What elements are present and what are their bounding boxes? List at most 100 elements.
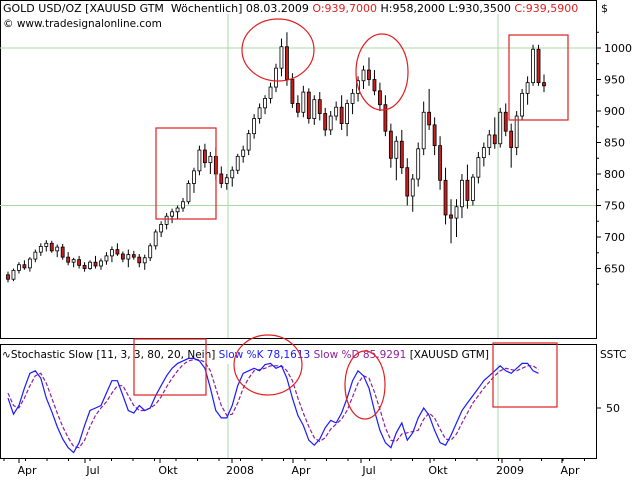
candle-down — [285, 46, 289, 80]
candle-up — [481, 147, 486, 159]
candle-down — [509, 130, 514, 148]
x-tick-label: Apr — [560, 464, 580, 477]
candle-up — [197, 149, 202, 172]
candle-up — [17, 264, 21, 271]
candle-down — [492, 134, 497, 145]
candle-down — [465, 179, 470, 201]
candle-up — [186, 183, 191, 203]
candle-up — [11, 269, 16, 280]
candle-up — [274, 67, 278, 88]
candle-down — [449, 214, 453, 219]
slow-d-line — [7, 359, 539, 449]
candle-up — [241, 149, 246, 157]
price-tick-label: 750 — [604, 200, 625, 213]
candle-down — [503, 111, 508, 132]
x-tick-label: Jul — [361, 464, 375, 477]
candle-down — [6, 274, 10, 280]
candle-down — [383, 104, 388, 132]
price-tick-label: 1000 — [604, 42, 632, 55]
candle-up — [88, 261, 92, 269]
candle-up — [33, 251, 38, 260]
candle-down — [367, 69, 371, 80]
candle-up — [192, 170, 196, 184]
oscillator-panel-frame — [0, 344, 597, 459]
candle-down — [115, 249, 120, 255]
candle-down — [131, 254, 136, 258]
candle-up — [170, 211, 174, 217]
candle-up — [345, 103, 350, 125]
candle-up — [153, 231, 158, 247]
x-tick-label: Jul — [85, 464, 99, 477]
candle-up — [268, 86, 273, 99]
candle-up — [175, 207, 180, 213]
candle-up — [460, 179, 464, 208]
price-tick-label: 650 — [604, 263, 625, 276]
candle-up — [334, 106, 339, 117]
candle-down — [82, 264, 87, 269]
candle-up — [328, 115, 333, 131]
candle-up — [104, 255, 109, 262]
candle-up — [159, 223, 164, 233]
candle-up — [394, 140, 399, 159]
candle-down — [22, 264, 27, 269]
candle-up — [71, 259, 76, 263]
candle-down — [323, 113, 328, 131]
price-tick-label: 800 — [604, 168, 625, 181]
candle-up — [230, 169, 235, 179]
price-panel-frame — [0, 0, 597, 339]
candle-down — [378, 90, 382, 106]
candle-up — [531, 48, 535, 84]
candle-up — [470, 176, 475, 201]
candle-up — [498, 111, 503, 145]
candle-up — [361, 69, 366, 82]
candle-down — [66, 256, 71, 263]
candle-down — [427, 111, 432, 126]
candle-down — [372, 79, 377, 92]
candle-down — [388, 130, 393, 159]
slow-k-line — [7, 357, 539, 454]
candle-up — [416, 148, 421, 180]
candle-down — [295, 103, 300, 113]
candle-down — [542, 82, 546, 87]
candle-up — [514, 115, 519, 148]
candle-up — [487, 134, 492, 148]
candle-up — [148, 245, 153, 259]
candle-up — [235, 155, 240, 171]
candle-up — [142, 257, 147, 264]
candle-up — [454, 206, 459, 219]
x-tick-label: 2009 — [496, 464, 524, 477]
candle-down — [399, 140, 404, 169]
candle-up — [476, 157, 481, 178]
candle-up — [44, 242, 49, 247]
candle-up — [99, 260, 103, 267]
candle-down — [339, 106, 344, 125]
oscillator-tick-label: 50 — [606, 402, 620, 415]
candle-up — [164, 215, 169, 225]
price-chart[interactable]: 650 700 750 800 850 900 950 1000 50 Apr Jul Okt 2008… — [0, 0, 640, 480]
candle-down — [306, 91, 311, 119]
candle-up — [525, 82, 530, 94]
annotation-box — [492, 342, 558, 408]
candle-up — [421, 111, 426, 150]
candle-up — [110, 249, 114, 257]
x-tick-label: Apr — [17, 464, 37, 477]
candle-up — [252, 118, 257, 135]
candle-up — [350, 92, 355, 104]
candle-down — [405, 167, 410, 197]
candle-down — [219, 173, 224, 184]
candle-down — [438, 145, 442, 181]
price-tick-label: 700 — [604, 231, 625, 244]
candle-down — [77, 259, 82, 266]
x-tick-label: Okt — [158, 464, 178, 477]
candle-up — [301, 91, 306, 113]
candle-down — [202, 149, 207, 164]
candle-up — [410, 178, 415, 197]
candle-up — [126, 254, 131, 260]
candle-up — [246, 133, 251, 151]
candle-down — [432, 124, 437, 147]
candle-up — [257, 107, 262, 119]
x-tick-label: 2008 — [226, 464, 254, 477]
candle-up — [224, 177, 229, 184]
candle-up — [208, 155, 213, 164]
x-tick-label: Apr — [291, 464, 311, 477]
